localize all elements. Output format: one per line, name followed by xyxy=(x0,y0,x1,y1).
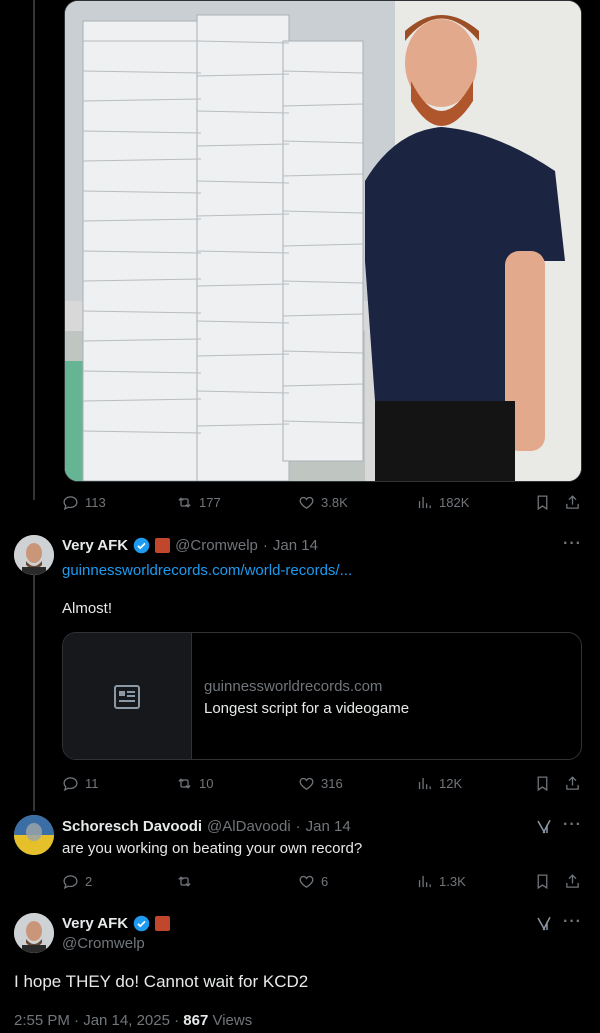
repost-icon xyxy=(178,777,191,789)
bar-chart-icon xyxy=(418,777,431,789)
post-text: are you working on beating your own reco… xyxy=(62,840,363,857)
post-actions: 2 6 1.3K xyxy=(62,870,584,892)
reply-count: 11 xyxy=(85,775,99,791)
post-actions: 113 177 3.8K 182K xyxy=(62,491,584,513)
repost-icon xyxy=(178,875,191,887)
share-icon xyxy=(566,494,579,509)
share-icon xyxy=(566,775,579,790)
photo-illustration xyxy=(65,1,581,481)
bookmark-button[interactable] xyxy=(534,870,551,892)
article-icon xyxy=(114,685,140,709)
thread-connector xyxy=(33,0,35,500)
post-actions: 11 10 316 12K xyxy=(62,772,584,794)
bookmark-button[interactable] xyxy=(534,491,551,513)
author-row: Very AFK xyxy=(62,915,171,932)
views-button[interactable]: 182K xyxy=(416,491,469,513)
avatar-image xyxy=(14,535,54,575)
more-options-button[interactable]: ··· xyxy=(563,816,582,834)
repost-count: 177 xyxy=(199,494,221,510)
views-count: 182K xyxy=(439,494,470,510)
repost-count: 10 xyxy=(199,775,214,791)
bookmark-icon xyxy=(537,494,548,510)
verified-badge-icon xyxy=(133,915,150,932)
views-label: Views xyxy=(212,1012,253,1029)
post-date[interactable]: Jan 14 xyxy=(273,537,318,554)
author-name[interactable]: Schoresch Davoodi xyxy=(62,818,202,835)
reply-button[interactable]: 113 xyxy=(62,491,106,513)
share-button[interactable] xyxy=(564,491,581,513)
repost-icon xyxy=(178,496,191,508)
avatar-image xyxy=(14,815,54,855)
link-preview-card[interactable]: guinnessworldrecords.com Longest script … xyxy=(62,632,582,760)
thread-connector xyxy=(33,575,35,811)
grok-icon[interactable] xyxy=(535,915,553,933)
more-options-button[interactable]: ··· xyxy=(563,535,582,553)
like-count: 316 xyxy=(321,775,343,791)
bookmark-icon xyxy=(537,873,548,889)
share-icon xyxy=(566,873,579,888)
like-count: 6 xyxy=(321,873,329,889)
share-button[interactable] xyxy=(564,772,581,794)
separator: · xyxy=(262,537,268,554)
views-button[interactable]: 1.3K xyxy=(416,870,466,892)
reply-icon xyxy=(63,776,78,791)
share-button[interactable] xyxy=(564,870,581,892)
repost-button[interactable]: 10 xyxy=(176,772,213,794)
bookmark-icon xyxy=(537,775,548,791)
bar-chart-icon xyxy=(418,496,431,508)
post-text: Almost! xyxy=(62,600,113,617)
author-row: Very AFK @Cromwelp · Jan 14 xyxy=(62,537,318,554)
avatar[interactable] xyxy=(14,815,54,855)
author-handle[interactable]: @Cromwelp xyxy=(175,537,258,554)
reply-icon xyxy=(63,874,78,889)
views-button[interactable]: 12K xyxy=(416,772,462,794)
reply-button[interactable]: 2 xyxy=(62,870,92,892)
profile-badge-icon xyxy=(155,916,171,931)
reply-button[interactable]: 11 xyxy=(62,772,99,794)
avatar[interactable] xyxy=(14,535,54,575)
profile-badge-icon xyxy=(155,538,171,553)
post-date[interactable]: Jan 14 xyxy=(306,818,351,835)
author-name[interactable]: Very AFK xyxy=(62,915,128,932)
bar-chart-icon xyxy=(418,875,431,887)
heart-icon xyxy=(299,875,314,888)
heart-icon xyxy=(299,496,314,509)
author-name[interactable]: Very AFK xyxy=(62,537,128,554)
like-button[interactable]: 316 xyxy=(298,772,343,794)
post-timestamp[interactable]: 2:55 PM · Jan 14, 2025 · xyxy=(14,1012,179,1029)
bookmark-button[interactable] xyxy=(534,772,551,794)
reply-icon xyxy=(63,495,78,510)
author-handle[interactable]: @Cromwelp xyxy=(62,935,145,952)
grok-icon[interactable] xyxy=(535,818,553,836)
views-count: 867 xyxy=(183,1012,209,1029)
reply-count: 113 xyxy=(85,494,106,510)
post-metadata: 2:55 PM · Jan 14, 2025 · 867 Views xyxy=(14,1012,252,1029)
views-count: 1.3K xyxy=(439,873,466,889)
post-text: I hope THEY do! Cannot wait for KCD2 xyxy=(14,972,309,991)
views-count: 12K xyxy=(439,775,463,791)
like-count: 3.8K xyxy=(321,494,348,510)
card-title: Longest script for a videogame xyxy=(204,700,410,717)
post-link[interactable]: guinnessworldrecords.com/world-records/.… xyxy=(62,562,352,579)
reply-count: 2 xyxy=(85,873,93,889)
repost-button[interactable] xyxy=(176,870,199,892)
avatar[interactable] xyxy=(14,913,54,953)
avatar-image xyxy=(14,913,54,953)
separator: · xyxy=(295,818,301,835)
like-button[interactable]: 3.8K xyxy=(298,491,348,513)
author-handle[interactable]: @AlDavoodi xyxy=(207,818,291,835)
heart-icon xyxy=(299,777,314,790)
author-row: Schoresch Davoodi @AlDavoodi · Jan 14 xyxy=(62,818,351,835)
more-options-button[interactable]: ··· xyxy=(563,913,582,931)
verified-badge-icon xyxy=(133,537,150,554)
like-button[interactable]: 6 xyxy=(298,870,328,892)
card-thumbnail xyxy=(63,633,192,759)
post-photo[interactable] xyxy=(64,0,582,482)
repost-button[interactable]: 177 xyxy=(176,491,221,513)
card-domain: guinnessworldrecords.com xyxy=(204,678,383,695)
